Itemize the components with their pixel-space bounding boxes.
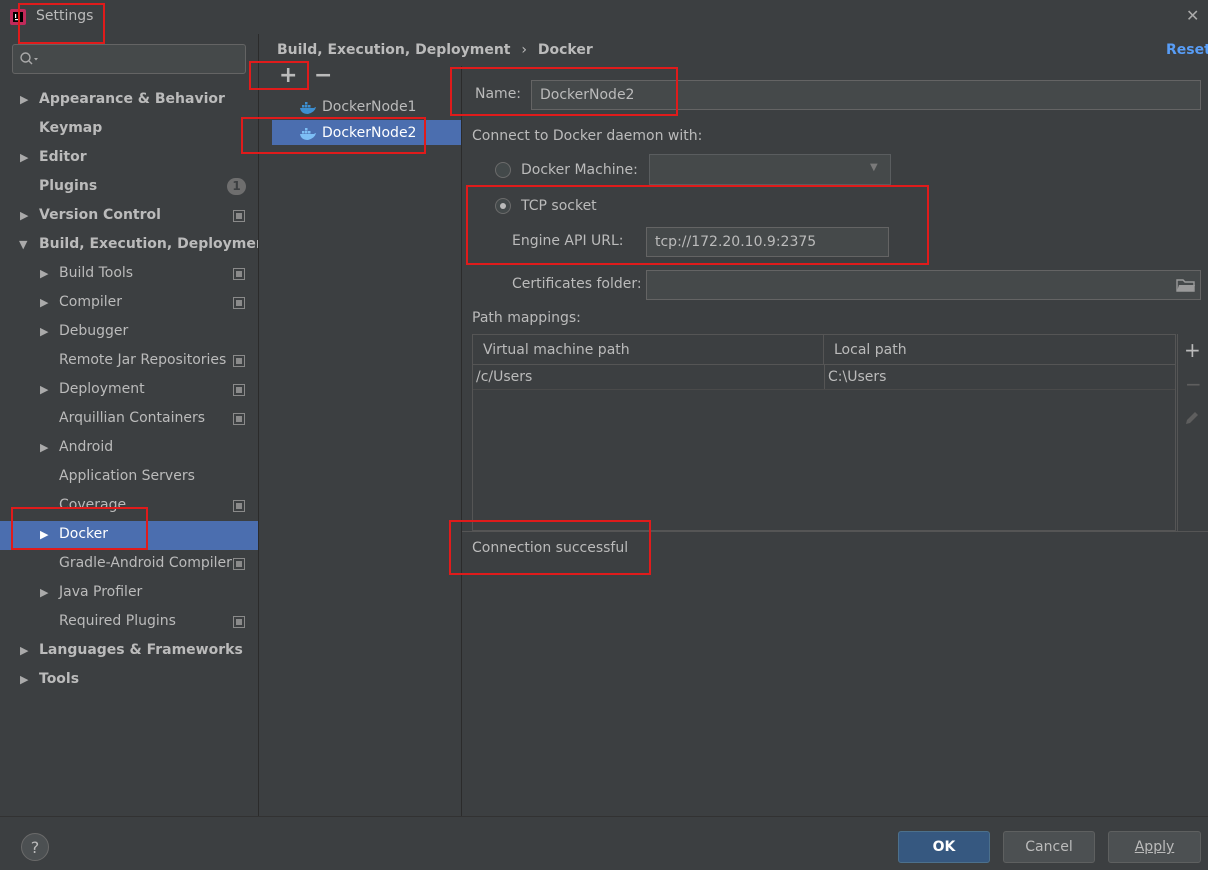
edit-pencil-icon[interactable] (1184, 410, 1200, 426)
certificates-folder-field[interactable] (646, 270, 1201, 300)
project-settings-icon (233, 558, 245, 570)
sidebar-item-version-control[interactable]: Version Control (39, 201, 161, 230)
search-input[interactable] (12, 44, 246, 74)
annotation-box (466, 185, 929, 265)
cell-divider (824, 365, 825, 389)
table-toolbar (1177, 334, 1208, 531)
chevron-right-icon[interactable]: ▶ (40, 267, 48, 280)
chevron-right-icon[interactable]: ▶ (40, 325, 48, 338)
chevron-right-icon[interactable]: ▶ (20, 644, 28, 657)
sidebar-item-compiler[interactable]: Compiler (59, 288, 122, 317)
folder-icon[interactable] (1176, 277, 1196, 293)
path-mappings-label: Path mappings: (472, 310, 581, 326)
sidebar-item-deployment[interactable]: Deployment (59, 375, 145, 404)
path-mappings-table: Virtual machine path Local path /c/Users… (472, 334, 1176, 531)
sidebar-item-languages-frameworks[interactable]: Languages & Frameworks (39, 636, 243, 665)
project-settings-icon (233, 355, 245, 367)
table-row[interactable]: /c/Users C:\Users (473, 365, 1175, 390)
help-button[interactable]: ? (21, 833, 49, 861)
sidebar-item-arquillian-containers[interactable]: Arquillian Containers (59, 404, 205, 433)
chevron-right-icon[interactable]: ▶ (20, 151, 28, 164)
sidebar-item-keymap[interactable]: Keymap (39, 114, 102, 143)
sidebar-item-debugger[interactable]: Debugger (59, 317, 128, 346)
annotation-box (449, 520, 651, 575)
project-settings-icon (233, 268, 245, 280)
docker-machine-label: Docker Machine: (521, 162, 638, 178)
cancel-button[interactable]: Cancel (1003, 831, 1095, 863)
sidebar-item-tools[interactable]: Tools (39, 665, 79, 694)
connect-label: Connect to Docker daemon with: (472, 128, 703, 144)
sidebar-item-android[interactable]: Android (59, 433, 113, 462)
project-settings-icon (233, 297, 245, 309)
title-bar (0, 0, 1208, 34)
project-settings-icon (233, 500, 245, 512)
sidebar-item-editor[interactable]: Editor (39, 143, 87, 172)
plugins-update-badge: 1 (227, 178, 246, 195)
breadcrumb: Build, Execution, Deployment › Docker (277, 42, 593, 58)
annotation-box (249, 61, 309, 90)
remove-node-button[interactable]: − (314, 63, 332, 88)
annotation-box (11, 507, 148, 550)
docker-machine-radio[interactable] (495, 162, 511, 178)
breadcrumb-separator: › (521, 42, 527, 58)
project-settings-icon (233, 413, 245, 425)
sidebar-item-remote-jar-repositories[interactable]: Remote Jar Repositories (59, 346, 226, 375)
search-icon (20, 52, 38, 65)
ok-button[interactable]: OK (898, 831, 990, 863)
docker-machine-select[interactable] (649, 154, 891, 185)
sidebar-item-java-profiler[interactable]: Java Profiler (59, 578, 142, 607)
sidebar-item-appearance[interactable]: Appearance & Behavior (39, 85, 225, 114)
chevron-right-icon[interactable]: ▶ (20, 673, 28, 686)
sidebar-item-application-servers[interactable]: Application Servers (59, 462, 195, 491)
chevron-right-icon[interactable]: ▶ (40, 586, 48, 599)
sidebar-item-build-tools[interactable]: Build Tools (59, 259, 133, 288)
chevron-down-icon[interactable]: ▼ (870, 162, 878, 173)
close-icon[interactable]: ✕ (1186, 6, 1199, 25)
column-header[interactable]: Local path (824, 335, 1175, 365)
annotation-box (241, 117, 426, 154)
footer-divider (0, 816, 1208, 817)
chevron-right-icon[interactable]: ▶ (40, 441, 48, 454)
chevron-down-icon[interactable]: ▼ (19, 238, 27, 251)
docker-icon (300, 102, 316, 114)
node-panel-divider (461, 66, 462, 816)
annotation-box (18, 3, 105, 44)
sidebar-item-gradle-android-compiler[interactable]: Gradle-Android Compiler (59, 549, 232, 578)
project-settings-icon (233, 210, 245, 222)
chevron-right-icon[interactable]: ▶ (20, 93, 28, 106)
project-settings-icon (233, 616, 245, 628)
sidebar-item-plugins[interactable]: Plugins (39, 172, 97, 201)
breadcrumb-parent[interactable]: Build, Execution, Deployment (277, 42, 511, 58)
chevron-right-icon[interactable]: ▶ (40, 296, 48, 309)
apply-button[interactable]: Apply (1108, 831, 1201, 863)
chevron-right-icon[interactable]: ▶ (40, 383, 48, 396)
project-settings-icon (233, 384, 245, 396)
annotation-box (450, 67, 678, 116)
chevron-right-icon[interactable]: ▶ (20, 209, 28, 222)
table-cell[interactable]: /c/Users (476, 365, 532, 389)
remove-mapping-button[interactable]: − (1185, 372, 1202, 396)
add-mapping-button[interactable]: + (1184, 338, 1201, 362)
sidebar-item-build-execution-deployment[interactable]: Build, Execution, Deployment (39, 230, 273, 259)
reset-link[interactable]: Reset (1166, 42, 1208, 58)
table-cell[interactable]: C:\Users (828, 365, 886, 389)
sidebar-item-required-plugins[interactable]: Required Plugins (59, 607, 176, 636)
column-header[interactable]: Virtual machine path (473, 335, 824, 365)
breadcrumb-current: Docker (537, 42, 593, 58)
certificates-label: Certificates folder: (512, 276, 642, 292)
